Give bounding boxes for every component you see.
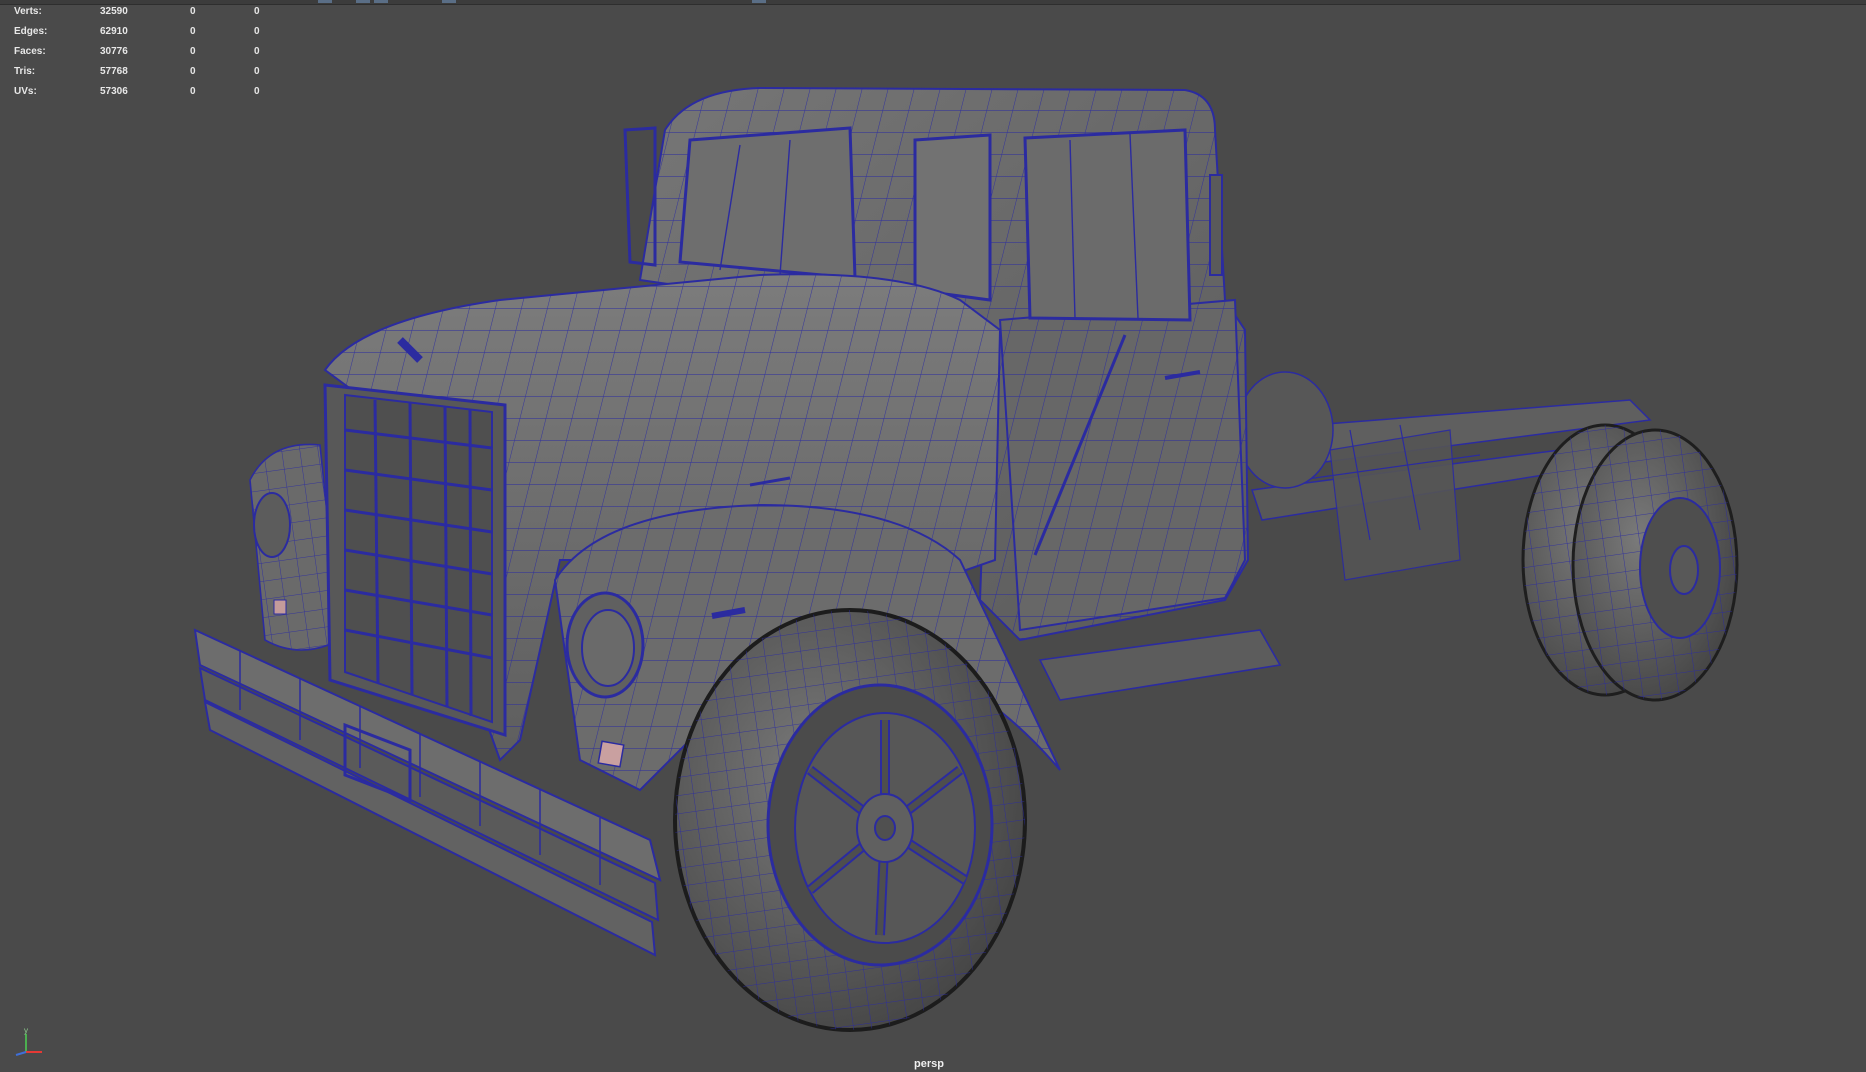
hud-value: 0 bbox=[190, 86, 196, 97]
hud-value: 32590 bbox=[100, 6, 128, 17]
camera-label: persp bbox=[914, 1058, 944, 1070]
hud-label: Tris: bbox=[14, 66, 36, 77]
hud-value: 57306 bbox=[100, 86, 128, 97]
viewport-3d[interactable] bbox=[0, 0, 1866, 1072]
axis-gizmo-icon: y bbox=[15, 1026, 42, 1056]
rear-wheel bbox=[1521, 423, 1739, 702]
axis-y-label: y bbox=[24, 1026, 28, 1035]
hud-value: 0 bbox=[190, 46, 196, 57]
hud-value: 0 bbox=[254, 6, 260, 17]
hud-label: Faces: bbox=[14, 46, 46, 57]
hud-label: Verts: bbox=[14, 6, 42, 17]
hud-value: 0 bbox=[190, 66, 196, 77]
hud-value: 62910 bbox=[100, 26, 128, 37]
hud-value: 0 bbox=[254, 66, 260, 77]
hud-label: UVs: bbox=[14, 86, 37, 97]
hud-value: 0 bbox=[254, 86, 260, 97]
hud-value: 0 bbox=[254, 46, 260, 57]
front-wheel bbox=[673, 608, 1027, 1032]
hud-value: 0 bbox=[190, 26, 196, 37]
hud-value: 30776 bbox=[100, 46, 128, 57]
truck-model[interactable] bbox=[193, 86, 1739, 1032]
hud-value: 57768 bbox=[100, 66, 128, 77]
hud-value: 0 bbox=[254, 26, 260, 37]
hud-label: Edges: bbox=[14, 26, 48, 37]
grille bbox=[323, 383, 507, 738]
hud-value: 0 bbox=[190, 6, 196, 17]
